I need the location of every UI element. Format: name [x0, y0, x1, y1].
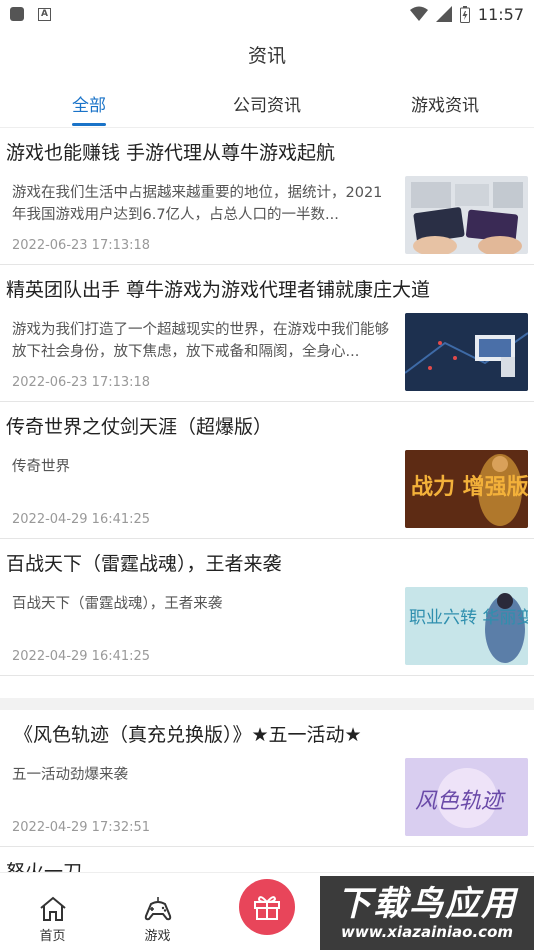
bottom-navigation: 首页 游戏 下载鸟应用 www.xiazainiao.com — [0, 872, 534, 950]
article-title: 精英团队出手 尊牛游戏为游戏代理者铺就康庄大道 — [6, 279, 431, 301]
article-summary: 传奇世界 — [12, 459, 70, 475]
thumbnail-caption: 职业六转 华丽变身 — [409, 608, 528, 628]
article-title: 游戏也能赚钱 手游代理从尊牛游戏起航 — [6, 142, 336, 164]
watermark-url: www.xiazainiao.com — [340, 923, 514, 941]
article-item[interactable]: 游戏也能赚钱 手游代理从尊牛游戏起航 游戏在我们生活中占据越来越重要的地位，据统… — [0, 128, 534, 265]
article-thumbnail — [405, 313, 528, 391]
tab-game-news[interactable]: 游戏资讯 — [356, 80, 534, 127]
gift-icon — [254, 896, 280, 920]
article-summary: 五一活动劲爆来袭 — [12, 767, 128, 783]
watermark-title: 下载鸟应用 — [337, 884, 517, 924]
tab-bar: 全部 公司资讯 游戏资讯 — [0, 80, 534, 128]
article-date: 2022-06-23 17:13:18 — [12, 238, 151, 253]
active-tab-indicator — [72, 123, 106, 126]
article-thumbnail: 战力 增强版 — [405, 450, 528, 528]
article-list[interactable]: 游戏也能赚钱 手游代理从尊牛游戏起航 游戏在我们生活中占据越来越重要的地位，据统… — [0, 128, 534, 872]
article-thumbnail — [405, 176, 528, 254]
article-summary: 游戏在我们生活中占据越来越重要的地位，据统计，2021年我国游戏用户达到6.7亿… — [12, 185, 383, 223]
tab-company-news[interactable]: 公司资讯 — [178, 80, 356, 127]
thumbnail-caption: 风色轨迹 — [415, 789, 506, 814]
nav-home[interactable]: 首页 — [0, 896, 105, 950]
article-item[interactable]: 精英团队出手 尊牛游戏为游戏代理者铺就康庄大道 游戏为我们打造了一个超越现实的世… — [0, 265, 534, 402]
home-icon — [39, 896, 66, 921]
article-summary: 百战天下（雷霆战魂），王者来袭 — [12, 596, 223, 612]
article-title: 《风色轨迹（真充兑换版）》★五一活动★ — [14, 724, 362, 746]
article-date: 2022-04-29 16:41:25 — [12, 512, 151, 527]
tab-label: 全部 — [72, 96, 106, 116]
article-title: 百战天下（雷霆战魂），王者来袭 — [6, 553, 282, 575]
article-item[interactable]: 百战天下（雷霆战魂），王者来袭 百战天下（雷霆战魂），王者来袭 2022-04-… — [0, 539, 534, 676]
article-title: 传奇世界之仗剑天涯（超爆版） — [6, 416, 273, 438]
article-thumbnail: 风色轨迹 — [405, 758, 528, 836]
thumbnail-caption: 战力 增强版 — [411, 474, 528, 500]
battery-icon — [459, 5, 470, 23]
article-date: 2022-04-29 16:41:25 — [12, 649, 151, 664]
article-item[interactable] — [0, 676, 534, 710]
watermark: 下载鸟应用 www.xiazainiao.com — [320, 876, 534, 950]
tab-label: 游戏资讯 — [411, 96, 479, 116]
clock: 11:57 — [477, 4, 524, 24]
tab-all[interactable]: 全部 — [0, 80, 178, 127]
nav-games-label: 游戏 — [144, 929, 171, 944]
article-item[interactable]: 传奇世界之仗剑天涯（超爆版） 传奇世界 2022-04-29 16:41:25 … — [0, 402, 534, 539]
article-thumbnail: 职业六转 华丽变身 — [405, 587, 528, 665]
status-bar: A 11:57 — [0, 0, 534, 28]
wifi-icon — [409, 6, 428, 21]
article-date: 2022-04-29 17:32:51 — [12, 820, 151, 835]
article-item[interactable]: 怒火一刀 — [0, 847, 534, 872]
article-summary: 游戏为我们打造了一个超越现实的世界，在游戏中我们能够放下社会身份，放下焦虑，放下… — [12, 322, 389, 360]
article-date: 2022-06-23 17:13:18 — [12, 375, 151, 390]
article-item[interactable]: 《风色轨迹（真充兑换版）》★五一活动★ 五一活动劲爆来袭 2022-04-29 … — [0, 710, 534, 847]
nav-games[interactable]: 游戏 — [105, 896, 210, 950]
article-title: 怒火一刀 — [6, 861, 83, 872]
text-notification-icon: A — [38, 7, 51, 21]
notification-icon — [10, 7, 24, 21]
gamepad-icon — [144, 897, 171, 921]
page-title: 资讯 — [247, 44, 286, 67]
gift-button[interactable] — [239, 879, 295, 935]
tab-label: 公司资讯 — [233, 96, 301, 116]
nav-home-label: 首页 — [39, 929, 66, 944]
signal-icon — [435, 6, 452, 22]
